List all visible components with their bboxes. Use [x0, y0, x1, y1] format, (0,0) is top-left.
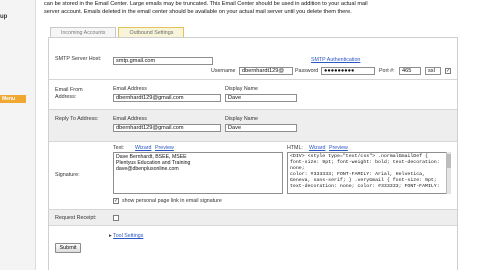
- ssl-select[interactable]: ssl: [425, 67, 441, 75]
- signature-html-area[interactable]: <DIV> <style type="text/css"> .normalGma…: [287, 152, 451, 194]
- left-nav-active-item[interactable]: Menu: [0, 95, 26, 103]
- request-receipt-label: Request Receipt:: [55, 215, 97, 221]
- password-input[interactable]: ●●●●●●●●●: [321, 67, 375, 75]
- email-from-row: Email From Address: Email Address Displa…: [49, 80, 457, 110]
- username-label: Username: [211, 68, 236, 74]
- from-name-input[interactable]: Dave: [225, 94, 297, 102]
- notice-text: can be stored in the Email Center. Large…: [44, 0, 474, 16]
- reply-to-row: Reply To Address: Email Address Display …: [49, 110, 457, 142]
- smtp-host-label: SMTP Server Host:: [55, 56, 102, 62]
- tool-settings-link[interactable]: Tool Settings: [113, 233, 143, 239]
- text-preview-link[interactable]: Preview: [155, 145, 174, 151]
- left-nav-strip: up Menu: [0, 0, 36, 270]
- html-area-scrollbar[interactable]: [446, 152, 451, 194]
- port-input[interactable]: 465: [399, 67, 421, 75]
- tab-outbound-settings[interactable]: Outbound Settings: [118, 27, 185, 37]
- signature-label: Signature:: [55, 172, 80, 178]
- port-label: Port #:: [379, 68, 395, 74]
- signature-text-area[interactable]: Dave Bernhardt, BSEE, MSEE Plentyus Educ…: [113, 152, 283, 194]
- signature-html-label: HTML:: [287, 145, 303, 151]
- from-email-sublabel: Email Address: [113, 86, 147, 92]
- html-preview-link[interactable]: Preview: [329, 145, 348, 151]
- signature-text-label: Text:: [113, 145, 125, 151]
- request-receipt-row: Request Receipt:: [49, 210, 457, 226]
- reply-name-input[interactable]: Dave: [225, 124, 297, 132]
- smtp-auth-link[interactable]: SMTP Authentication: [311, 57, 360, 63]
- request-receipt-checkbox[interactable]: [113, 215, 119, 221]
- ssl-checkbox[interactable]: ✓: [445, 68, 451, 74]
- show-link-label: show personal page link in email signatu…: [122, 198, 222, 204]
- reply-email-sublabel: Email Address: [113, 116, 147, 122]
- password-label: Password: [295, 68, 319, 74]
- submit-button[interactable]: Submit: [55, 243, 81, 253]
- reply-to-label: Reply To Address:: [55, 116, 99, 122]
- notice-line-1: can be stored in the Email Center. Large…: [44, 1, 368, 7]
- left-nav-fragment: up: [0, 14, 8, 20]
- reply-email-input[interactable]: dbernhardt129@gmail.com: [113, 124, 221, 132]
- outbound-settings-panel: SMTP Server Host: smtp.gmail.com SMTP Au…: [48, 37, 458, 270]
- smtp-row: SMTP Server Host: smtp.gmail.com SMTP Au…: [49, 38, 457, 80]
- signature-row: Signature: Text: Wizard Preview Dave Ber…: [49, 142, 457, 210]
- html-wizard-link[interactable]: Wizard: [309, 145, 325, 151]
- tool-settings-toggle[interactable]: ▸ Tool Settings: [109, 233, 143, 239]
- reply-name-sublabel: Display Name: [225, 116, 258, 122]
- from-name-sublabel: Display Name: [225, 86, 258, 92]
- text-wizard-link[interactable]: Wizard: [135, 145, 151, 151]
- smtp-host-input[interactable]: smtp.gmail.com: [113, 57, 213, 65]
- username-input[interactable]: dbernhardt129@: [239, 67, 293, 75]
- settings-tabs: Incoming Accounts Outbound Settings: [50, 27, 186, 37]
- from-email-input[interactable]: dbernhardt129@gmail.com: [113, 94, 221, 102]
- show-link-checkbox[interactable]: ✓: [113, 198, 119, 204]
- notice-line-2: server account. Emails deleted in the em…: [44, 9, 352, 15]
- tab-incoming-accounts[interactable]: Incoming Accounts: [50, 27, 117, 37]
- email-from-label: Email From Address:: [55, 87, 83, 100]
